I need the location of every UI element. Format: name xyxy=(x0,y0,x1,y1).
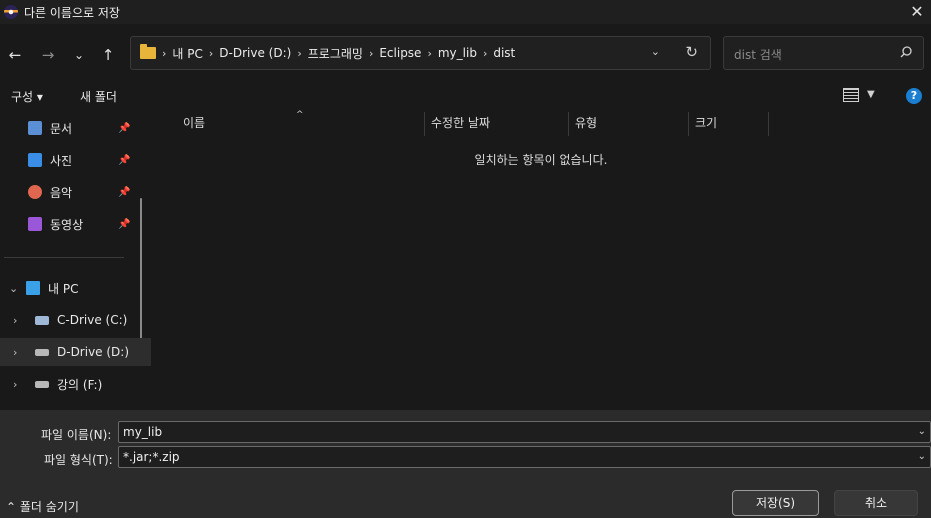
column-separator[interactable] xyxy=(424,112,425,136)
chevron-down-icon[interactable]: ⌄ xyxy=(918,426,926,437)
drive-icon xyxy=(35,348,49,356)
sidebar-item-music[interactable]: 음악 📌 xyxy=(0,178,151,206)
chevron-down-icon[interactable]: ⌄ xyxy=(9,282,18,295)
breadcrumb-item-dist[interactable]: dist xyxy=(493,46,515,60)
column-header-size[interactable]: 크기 xyxy=(695,114,717,136)
breadcrumb-item-my-lib[interactable]: my_lib xyxy=(438,46,477,60)
breadcrumb-separator: › xyxy=(482,46,488,60)
new-folder-button[interactable]: 새 폴더 xyxy=(80,88,117,105)
sidebar-item-label: 문서 xyxy=(50,121,73,136)
view-options-dropdown-icon[interactable]: ▼ xyxy=(867,89,875,100)
drive-icon xyxy=(35,380,49,388)
sidebar-item-label: 내 PC xyxy=(48,281,79,296)
document-icon xyxy=(28,121,42,135)
breadcrumb-separator: › xyxy=(162,46,167,60)
help-icon[interactable]: ? xyxy=(906,88,922,104)
sort-ascending-icon: ^ xyxy=(296,110,304,120)
chevron-right-icon[interactable]: › xyxy=(13,314,17,327)
cancel-button[interactable]: 취소 xyxy=(834,490,918,516)
forward-arrow-icon[interactable]: → xyxy=(37,44,59,66)
save-options-panel: 파일 이름(N): my_lib ⌄ 파일 형식(T): *.jar;*.zip… xyxy=(0,410,931,518)
search-icon[interactable] xyxy=(899,45,913,59)
pin-icon[interactable]: 📌 xyxy=(118,123,130,134)
title-bar: 다른 이름으로 저장 ✕ xyxy=(0,0,931,24)
computer-icon xyxy=(26,281,40,295)
sidebar-item-label: 음악 xyxy=(50,185,73,200)
refresh-icon[interactable]: ↻ xyxy=(685,43,698,61)
sidebar-item-this-pc[interactable]: ⌄ 내 PC xyxy=(0,274,151,302)
address-dropdown-chevron-icon[interactable]: ⌄ xyxy=(651,45,660,58)
sidebar-item-label: 동영상 xyxy=(50,217,84,232)
window-title: 다른 이름으로 저장 xyxy=(24,5,120,20)
save-button[interactable]: 저장(S) xyxy=(732,490,819,516)
filetype-label: 파일 형식(T): xyxy=(44,453,113,467)
column-separator[interactable] xyxy=(768,112,769,136)
pin-icon[interactable]: 📌 xyxy=(118,187,130,198)
search-box[interactable]: dist 검색 xyxy=(723,36,924,70)
sidebar-item-documents[interactable]: 문서 📌 xyxy=(0,114,151,142)
breadcrumb-item-eclipse[interactable]: Eclipse xyxy=(379,46,421,60)
view-details-icon[interactable] xyxy=(843,88,859,102)
close-icon[interactable]: ✕ xyxy=(907,2,927,22)
column-header-type[interactable]: 유형 xyxy=(575,114,597,136)
drive-icon xyxy=(35,315,49,325)
column-separator[interactable] xyxy=(688,112,689,136)
hide-folders-button[interactable]: ⌃ 폴더 숨기기 xyxy=(6,498,79,515)
photo-icon xyxy=(28,153,42,167)
sidebar-item-label: 사진 xyxy=(50,153,73,168)
column-separator[interactable] xyxy=(568,112,569,136)
file-list[interactable]: ^ 이름 수정한 날짜 유형 크기 일치하는 항목이 없습니다. xyxy=(151,110,931,410)
breadcrumb-item-d-drive[interactable]: D-Drive (D:) xyxy=(219,46,291,60)
breadcrumb-separator: › xyxy=(208,46,214,60)
sidebar-item-c-drive[interactable]: › C-Drive (C:) xyxy=(0,306,151,334)
up-arrow-icon[interactable]: ↑ xyxy=(97,44,119,66)
filename-label: 파일 이름(N): xyxy=(41,428,112,442)
empty-folder-message: 일치하는 항목이 없습니다. xyxy=(474,153,608,167)
sidebar-item-d-drive[interactable]: › D-Drive (D:) xyxy=(0,338,151,366)
filetype-select[interactable]: *.jar;*.zip ⌄ xyxy=(118,446,931,468)
folder-icon xyxy=(140,44,156,59)
sidebar-item-label: D-Drive (D:) xyxy=(57,345,130,359)
column-header-date-modified[interactable]: 수정한 날짜 xyxy=(431,114,490,136)
sidebar-divider xyxy=(4,257,124,258)
pin-icon[interactable]: 📌 xyxy=(118,219,130,230)
sidebar-item-label: 강의 (F:) xyxy=(57,377,103,392)
music-icon xyxy=(28,185,42,199)
chevron-right-icon[interactable]: › xyxy=(13,378,17,391)
filename-input[interactable]: my_lib xyxy=(123,425,162,439)
navigation-pane: 문서 📌 사진 📌 음악 📌 동영상 📌 ⌄ 내 PC › C-Drive (C… xyxy=(0,110,151,410)
command-bar: 구성 ▾ 새 폴더 ▼ ? xyxy=(0,82,931,110)
sidebar-item-pictures[interactable]: 사진 📌 xyxy=(0,146,151,174)
eclipse-app-icon xyxy=(4,5,18,19)
chevron-down-icon[interactable]: ⌄ xyxy=(918,451,926,462)
navigation-bar: ← → ⌄ ↑ › 내 PC › D-Drive (D:) › 프로그래밍 › … xyxy=(0,24,931,82)
breadcrumb-item-programming[interactable]: 프로그래밍 xyxy=(308,45,363,62)
breadcrumb-separator: › xyxy=(427,46,432,60)
breadcrumb-separator: › xyxy=(368,46,374,60)
video-icon xyxy=(28,217,42,231)
filetype-value: *.jar;*.zip xyxy=(123,450,180,464)
organize-button[interactable]: 구성 ▾ xyxy=(11,88,43,105)
pin-icon[interactable]: 📌 xyxy=(118,155,130,166)
chevron-right-icon[interactable]: › xyxy=(13,346,17,359)
back-arrow-icon[interactable]: ← xyxy=(4,44,26,66)
breadcrumb-separator: › xyxy=(297,46,302,60)
filename-field[interactable]: my_lib ⌄ xyxy=(118,421,931,443)
recent-locations-chevron-icon[interactable]: ⌄ xyxy=(68,44,90,66)
address-bar[interactable]: › 내 PC › D-Drive (D:) › 프로그래밍 › Eclipse … xyxy=(130,36,711,70)
sidebar-item-label: C-Drive (C:) xyxy=(57,313,128,327)
breadcrumb-item-pc[interactable]: 내 PC xyxy=(172,45,202,62)
sidebar-item-f-drive[interactable]: › 강의 (F:) xyxy=(0,370,151,398)
column-header-name[interactable]: 이름 xyxy=(183,114,205,136)
search-input[interactable]: dist 검색 xyxy=(734,46,782,63)
sidebar-item-videos[interactable]: 동영상 📌 xyxy=(0,210,151,238)
